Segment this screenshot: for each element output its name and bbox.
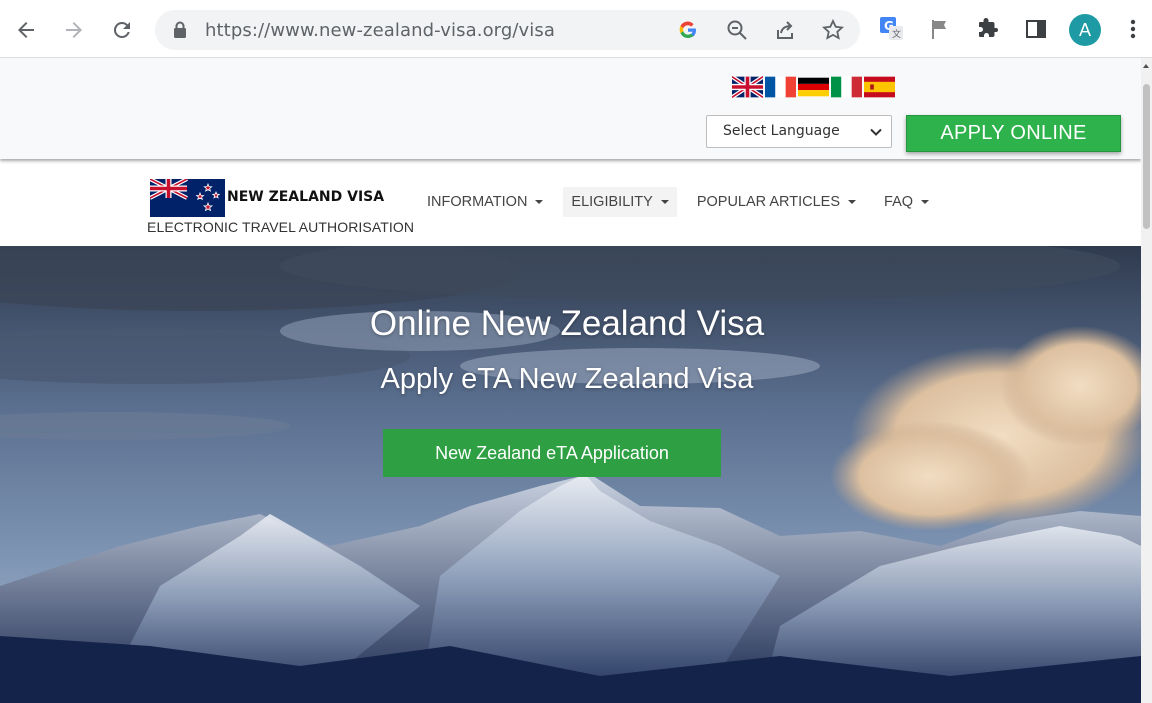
france-flag-icon[interactable] xyxy=(765,76,796,98)
brand-subtitle: ELECTRONIC TRAVEL AUTHORISATION xyxy=(147,219,415,235)
brand-title[interactable]: NEW ZEALAND VISA xyxy=(227,189,384,205)
share-icon[interactable] xyxy=(773,18,797,42)
spain-flag-icon[interactable] xyxy=(864,76,895,98)
caret-down-icon xyxy=(535,200,544,204)
forward-arrow-icon xyxy=(66,22,82,38)
language-select[interactable]: Select Language xyxy=(706,115,892,148)
web-page: Select Language APPLY ONLINE NEW ZEALAND… xyxy=(0,58,1141,703)
browser-toolbar: https://www.new-zealand-visa.org/visa G文… xyxy=(0,0,1152,58)
language-select-value: Select Language xyxy=(723,123,840,139)
menu-eligibility[interactable]: ELIGIBILITY xyxy=(563,187,677,217)
side-panel-icon[interactable] xyxy=(1021,14,1051,44)
main-menu: INFORMATION ELIGIBILITY POPULAR ARTICLES… xyxy=(419,187,949,217)
flag-extension-icon[interactable] xyxy=(925,14,955,44)
bookmark-star-icon[interactable] xyxy=(821,18,845,42)
menu-popular-articles[interactable]: POPULAR ARTICLES xyxy=(689,187,864,217)
url-path: /visa xyxy=(512,20,556,41)
italy-flag-icon[interactable] xyxy=(831,76,862,98)
hero-title: Online New Zealand Visa xyxy=(369,304,765,343)
profile-avatar[interactable]: A xyxy=(1069,14,1101,46)
menu-information[interactable]: INFORMATION xyxy=(419,187,551,217)
avatar-initial: A xyxy=(1078,19,1091,40)
menu-eligibility-label: ELIGIBILITY xyxy=(571,194,653,210)
apply-online-button[interactable]: APPLY ONLINE xyxy=(906,115,1121,152)
site-navbar: NEW ZEALAND VISA ELECTRONIC TRAVEL AUTHO… xyxy=(0,159,1141,246)
eta-application-button[interactable]: New Zealand eTA Application xyxy=(383,429,721,477)
url-text[interactable]: https://www.new-zealand-visa.org/visa xyxy=(205,20,555,41)
caret-down-icon xyxy=(921,200,930,204)
menu-faq[interactable]: FAQ xyxy=(876,187,937,217)
reload-icon xyxy=(113,21,130,38)
forward-button[interactable] xyxy=(56,12,92,48)
language-bar: Select Language APPLY ONLINE xyxy=(0,58,1141,159)
svg-text:文: 文 xyxy=(892,28,901,40)
scroll-up-arrow-icon[interactable] xyxy=(1143,64,1149,68)
google-icon[interactable] xyxy=(676,18,700,42)
extensions-puzzle-icon[interactable] xyxy=(973,14,1003,44)
translate-extension-icon[interactable]: G文 xyxy=(877,14,907,44)
back-arrow-icon xyxy=(18,22,34,38)
language-flags xyxy=(732,76,895,98)
url-host: https://www.new-zealand-visa.org xyxy=(205,20,513,41)
menu-faq-label: FAQ xyxy=(884,194,914,210)
germany-flag-icon[interactable] xyxy=(798,76,829,98)
nz-flag-logo-icon[interactable] xyxy=(149,177,225,217)
page-scrollbar[interactable] xyxy=(1141,58,1152,703)
caret-down-icon xyxy=(848,200,857,204)
caret-down-icon xyxy=(660,200,669,204)
menu-popular-articles-label: POPULAR ARTICLES xyxy=(696,194,841,210)
scrollbar-thumb[interactable] xyxy=(1143,84,1150,229)
browser-menu-icon[interactable] xyxy=(1118,14,1148,44)
hero-banner: Online New Zealand Visa Apply eTA New Ze… xyxy=(0,246,1141,703)
reload-button[interactable] xyxy=(104,12,140,48)
uk-flag-icon[interactable] xyxy=(732,76,763,98)
back-button[interactable] xyxy=(8,12,44,48)
lock-icon[interactable] xyxy=(173,21,187,44)
menu-information-label: INFORMATION xyxy=(427,194,528,210)
hero-subtitle: Apply eTA New Zealand Visa xyxy=(380,363,754,395)
chevron-down-icon xyxy=(869,125,883,143)
address-bar[interactable]: https://www.new-zealand-visa.org/visa xyxy=(155,10,860,50)
zoom-icon[interactable] xyxy=(725,18,749,42)
